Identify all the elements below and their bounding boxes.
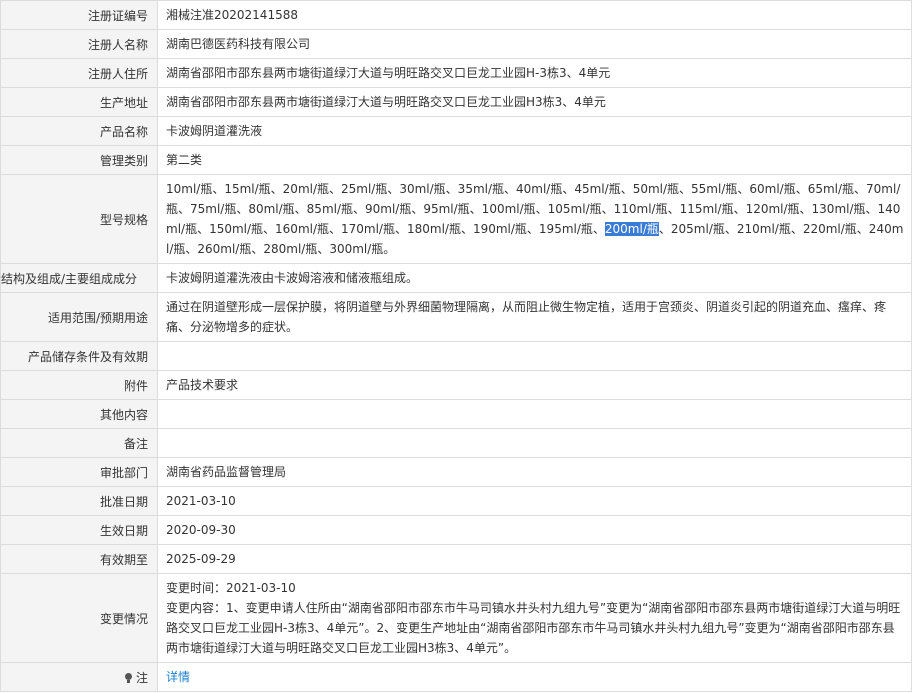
changes-label: 变更情况 (0, 573, 158, 663)
model-spec-label: 型号规格 (0, 174, 158, 264)
row-model-spec: 型号规格 10ml/瓶、15ml/瓶、20ml/瓶、25ml/瓶、30ml/瓶、… (0, 174, 912, 264)
note-label: 注 (0, 662, 158, 692)
change-content: 变更内容：1、变更申请人住所由“湖南省邵阳市邵东市牛马司镇水井头村九组九号”变更… (166, 601, 901, 655)
management-class-label: 管理类别 (0, 145, 158, 175)
approval-date-value: 2021-03-10 (157, 486, 912, 516)
registrant-name-label: 注册人名称 (0, 29, 158, 59)
remarks-value (157, 428, 912, 458)
attachment-label: 附件 (0, 370, 158, 400)
valid-until-label: 有效期至 (0, 544, 158, 574)
effective-date-label: 生效日期 (0, 515, 158, 545)
valid-until-value: 2025-09-29 (157, 544, 912, 574)
product-name-value: 卡波姆阴道灌洗液 (157, 116, 912, 146)
registration-info-table: 注册证编号 湘械注准20202141588 注册人名称 湖南巴德医药科技有限公司… (0, 0, 912, 692)
row-reg-no: 注册证编号 湘械注准20202141588 (0, 0, 912, 30)
row-production-address: 生产地址 湖南省邵阳市邵东县两市塘街道绿汀大道与明旺路交叉口巨龙工业园H3栋3、… (0, 87, 912, 117)
approval-date-label: 批准日期 (0, 486, 158, 516)
row-effective-date: 生效日期 2020-09-30 (0, 515, 912, 545)
row-structure: 结构及组成/主要组成成分 卡波姆阴道灌洗液由卡波姆溶液和储液瓶组成。 (0, 263, 912, 293)
row-registrant-name: 注册人名称 湖南巴德医药科技有限公司 (0, 29, 912, 59)
other-label: 其他内容 (0, 399, 158, 429)
row-changes: 变更情况 变更时间：2021-03-10 变更内容：1、变更申请人住所由“湖南省… (0, 573, 912, 663)
note-label-text: 注 (135, 670, 148, 685)
row-scope: 适用范围/预期用途 通过在阴道壁形成一层保护膜，将阴道壁与外界细菌物理隔离，从而… (0, 292, 912, 342)
row-valid-until: 有效期至 2025-09-29 (0, 544, 912, 574)
reg-no-label: 注册证编号 (0, 0, 158, 30)
structure-label: 结构及组成/主要组成成分 (0, 263, 158, 293)
row-attachment: 附件 产品技术要求 (0, 370, 912, 400)
registrant-name-value: 湖南巴德医药科技有限公司 (157, 29, 912, 59)
note-value: 详情 (157, 662, 912, 692)
attachment-value: 产品技术要求 (157, 370, 912, 400)
details-link[interactable]: 详情 (166, 670, 190, 684)
remarks-label: 备注 (0, 428, 158, 458)
storage-value (157, 341, 912, 371)
product-name-label: 产品名称 (0, 116, 158, 146)
row-note: 注 详情 (0, 662, 912, 692)
change-time: 变更时间：2021-03-10 (166, 581, 296, 595)
model-spec-value: 10ml/瓶、15ml/瓶、20ml/瓶、25ml/瓶、30ml/瓶、35ml/… (157, 174, 912, 264)
lightbulb-icon (124, 672, 133, 683)
scope-value: 通过在阴道壁形成一层保护膜，将阴道壁与外界细菌物理隔离，从而阻止微生物定植，适用… (157, 292, 912, 342)
reg-no-value: 湘械注准20202141588 (157, 0, 912, 30)
other-value (157, 399, 912, 429)
row-remarks: 备注 (0, 428, 912, 458)
storage-label: 产品储存条件及有效期 (0, 341, 158, 371)
approval-dept-label: 审批部门 (0, 457, 158, 487)
management-class-value: 第二类 (157, 145, 912, 175)
structure-label-text: 结构及组成/主要组成成分 (1, 271, 138, 286)
registrant-address-value: 湖南省邵阳市邵东县两市塘街道绿汀大道与明旺路交叉口巨龙工业园H-3栋3、4单元 (157, 58, 912, 88)
row-product-name: 产品名称 卡波姆阴道灌洗液 (0, 116, 912, 146)
effective-date-value: 2020-09-30 (157, 515, 912, 545)
row-approval-dept: 审批部门 湖南省药品监督管理局 (0, 457, 912, 487)
registrant-address-label: 注册人住所 (0, 58, 158, 88)
scope-label: 适用范围/预期用途 (0, 292, 158, 342)
changes-value: 变更时间：2021-03-10 变更内容：1、变更申请人住所由“湖南省邵阳市邵东… (157, 573, 912, 663)
production-address-value: 湖南省邵阳市邵东县两市塘街道绿汀大道与明旺路交叉口巨龙工业园H3栋3、4单元 (157, 87, 912, 117)
production-address-label: 生产地址 (0, 87, 158, 117)
selected-text-highlight[interactable]: 200ml/瓶 (604, 222, 659, 236)
row-management-class: 管理类别 第二类 (0, 145, 912, 175)
row-approval-date: 批准日期 2021-03-10 (0, 486, 912, 516)
row-storage: 产品储存条件及有效期 (0, 341, 912, 371)
row-other: 其他内容 (0, 399, 912, 429)
approval-dept-value: 湖南省药品监督管理局 (157, 457, 912, 487)
structure-value: 卡波姆阴道灌洗液由卡波姆溶液和储液瓶组成。 (157, 263, 912, 293)
row-registrant-address: 注册人住所 湖南省邵阳市邵东县两市塘街道绿汀大道与明旺路交叉口巨龙工业园H-3栋… (0, 58, 912, 88)
